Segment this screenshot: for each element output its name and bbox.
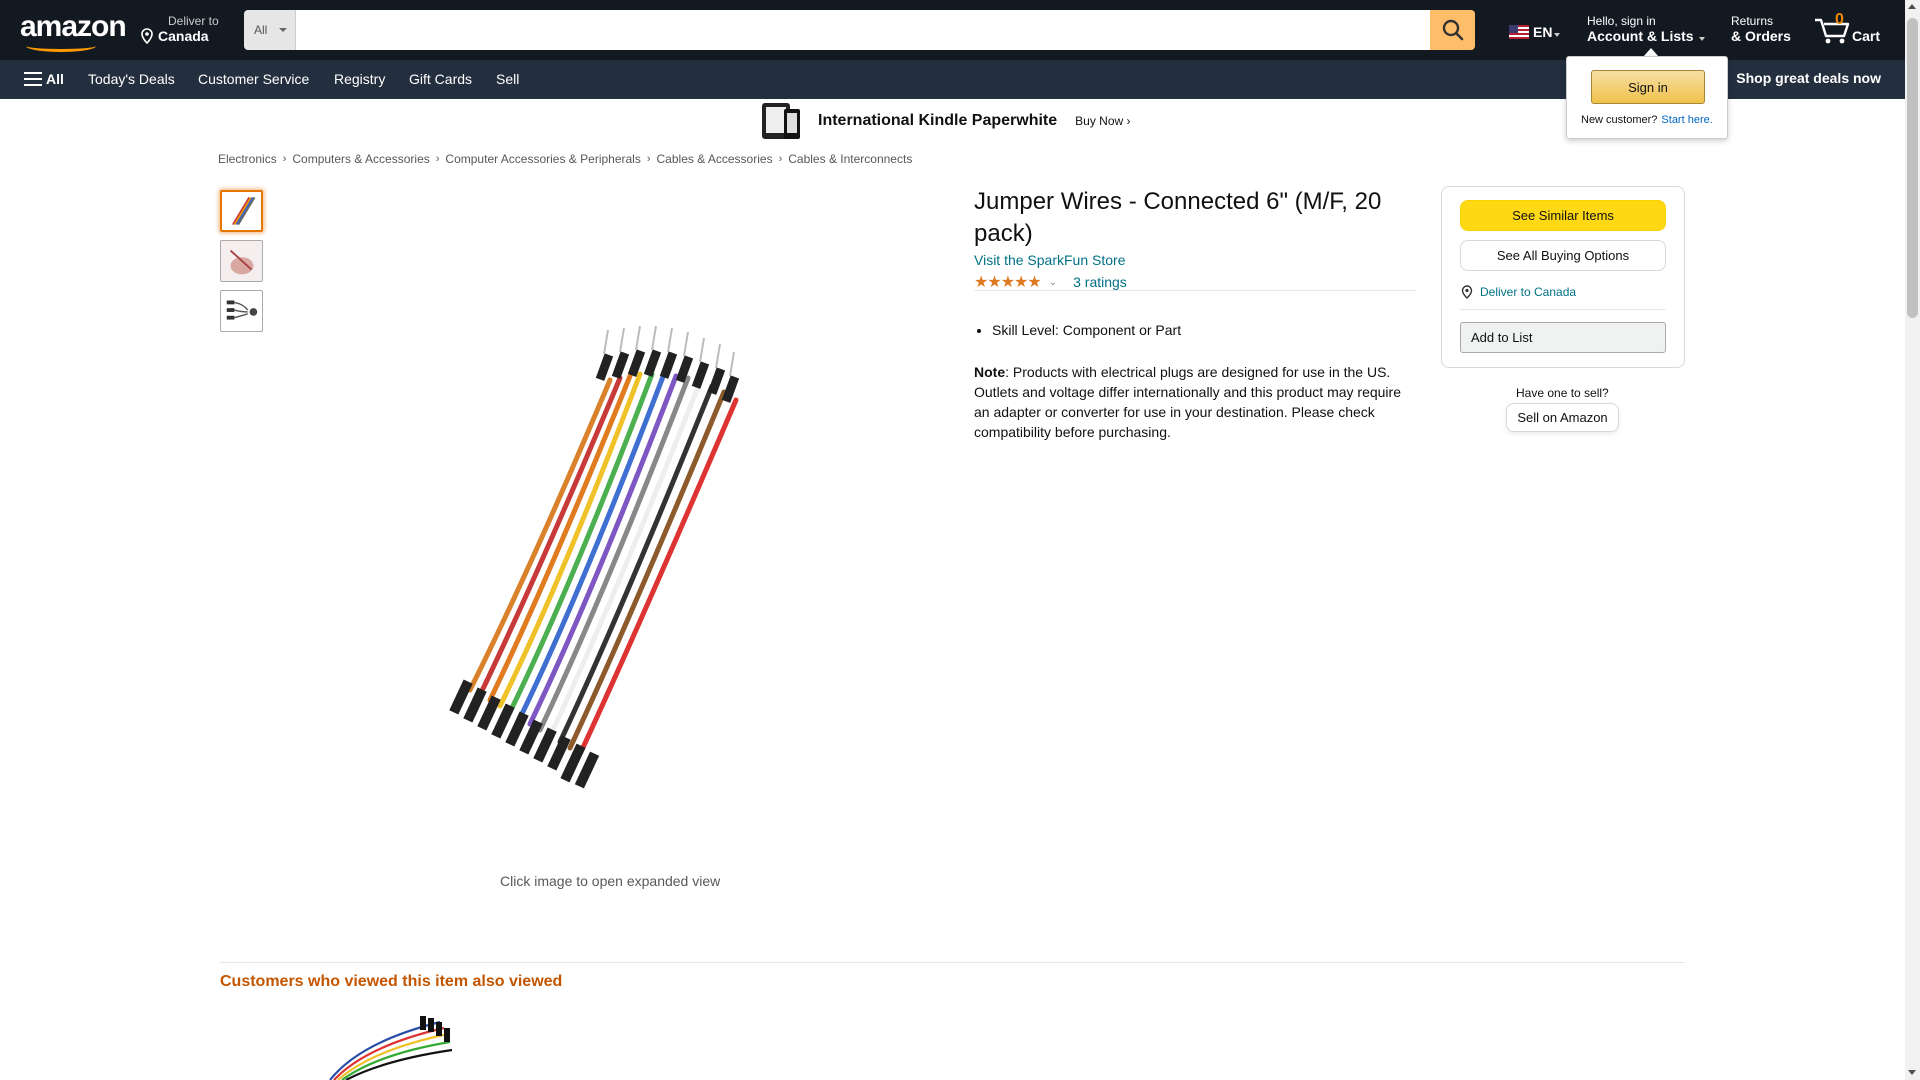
breadcrumb: Electronics › Computers & Accessories › … bbox=[218, 152, 912, 166]
also-viewed-title: Customers who viewed this item also view… bbox=[220, 973, 563, 990]
new-customer-label: New customer? bbox=[1581, 114, 1658, 126]
deliver-label: Deliver to bbox=[168, 14, 219, 28]
thumbnail-hand-image bbox=[221, 241, 262, 281]
product-thumbnail[interactable] bbox=[220, 290, 263, 332]
cart-label: Cart bbox=[1852, 28, 1881, 44]
sign-in-flyout: Sign in New customer? Start here. bbox=[1566, 56, 1728, 139]
shop-deals-promo[interactable]: Shop great deals now bbox=[1736, 70, 1881, 86]
account-label-row: Account & Lists bbox=[1587, 28, 1706, 44]
product-main-image[interactable] bbox=[390, 270, 830, 790]
electrical-note: Note: Products with electrical plugs are… bbox=[974, 362, 1414, 442]
feature-bullets: Skill Level: Component or Part bbox=[992, 322, 1181, 338]
chevron-right-icon: › bbox=[778, 153, 783, 165]
kindle-banner[interactable]: International Kindle Paperwhite Buy Now … bbox=[760, 101, 1131, 141]
chevron-right-icon: › bbox=[282, 153, 287, 165]
have-one-to-sell-label: Have one to sell? bbox=[1516, 386, 1609, 400]
page-scrollbar[interactable] bbox=[1905, 0, 1920, 1080]
returns-label: Returns bbox=[1731, 14, 1774, 28]
account-greeting: Hello, sign in bbox=[1587, 14, 1656, 28]
scroll-down-arrow-icon[interactable] bbox=[1908, 1070, 1916, 1075]
breadcrumb-item[interactable]: Computers & Accessories bbox=[292, 152, 429, 166]
cart-count: 0 bbox=[1835, 11, 1844, 28]
thumbnail-jumper-wires-image bbox=[232, 196, 256, 226]
search-category-dropdown[interactable]: All bbox=[244, 10, 296, 50]
star-rating-icon[interactable]: ★★★★★ bbox=[974, 272, 1042, 292]
image-caption: Click image to open expanded view bbox=[500, 873, 721, 889]
thumbnail-connectors-image bbox=[226, 300, 258, 320]
store-link[interactable]: Visit the SparkFun Store bbox=[974, 252, 1125, 268]
deliver-country-row: Canada bbox=[140, 28, 219, 44]
product-thumbnail[interactable] bbox=[220, 240, 263, 282]
nav-item-customer-service[interactable]: Customer Service bbox=[198, 71, 309, 87]
add-to-list-button[interactable]: Add to List bbox=[1460, 322, 1666, 353]
deliver-country: Canada bbox=[158, 28, 209, 44]
search-category-label: All bbox=[254, 23, 268, 37]
also-viewed-product-image[interactable] bbox=[320, 1012, 460, 1080]
logo-smile-icon bbox=[26, 40, 96, 52]
breadcrumb-item[interactable]: Computer Accessories & Peripherals bbox=[445, 152, 640, 166]
orders-label: & Orders bbox=[1731, 28, 1791, 44]
deliver-to-link[interactable]: Deliver to Canada bbox=[1460, 285, 1576, 299]
buy-box: See Similar Items See All Buying Options… bbox=[1441, 186, 1685, 368]
search-icon bbox=[1442, 19, 1463, 41]
nav-item-registry[interactable]: Registry bbox=[334, 71, 385, 87]
chevron-right-icon: › bbox=[435, 153, 440, 165]
sign-in-button[interactable]: Sign in bbox=[1591, 70, 1705, 104]
product-title: Jumper Wires - Connected 6" (M/F, 20 pac… bbox=[974, 188, 1382, 247]
nav-item-gift-cards[interactable]: Gift Cards bbox=[409, 71, 472, 87]
breadcrumb-item[interactable]: Electronics bbox=[218, 152, 277, 166]
divider bbox=[974, 290, 1416, 291]
rating-row: ★★★★★ ⌄ 3 ratings bbox=[974, 272, 1127, 292]
breadcrumb-item[interactable]: Cables & Accessories bbox=[657, 152, 773, 166]
chevron-down-icon bbox=[279, 28, 287, 32]
location-pin-icon bbox=[141, 28, 153, 44]
banner-buy-now-link[interactable]: Buy Now › bbox=[1075, 114, 1130, 128]
feature-bullet: Skill Level: Component or Part bbox=[992, 322, 1181, 338]
divider bbox=[1460, 309, 1666, 310]
deliver-to-label: Deliver to Canada bbox=[1480, 285, 1577, 299]
search-input[interactable] bbox=[296, 10, 1430, 50]
scroll-thumb[interactable] bbox=[1907, 18, 1918, 318]
cart-button[interactable]: 0 Cart bbox=[1814, 10, 1884, 50]
search-button[interactable] bbox=[1430, 10, 1475, 50]
section-divider bbox=[220, 962, 1685, 963]
note-label: Note bbox=[974, 364, 1006, 380]
start-here-link[interactable]: Start here. bbox=[1661, 114, 1712, 126]
ratings-count-link[interactable]: 3 ratings bbox=[1073, 274, 1127, 290]
returns-orders[interactable]: Returns & Orders bbox=[1731, 14, 1791, 44]
chevron-right-icon: › bbox=[646, 153, 651, 165]
chevron-down-icon bbox=[1699, 37, 1706, 41]
cart-icon bbox=[1815, 18, 1850, 44]
note-text: : Products with electrical plugs are des… bbox=[974, 364, 1401, 440]
deliver-to-location[interactable]: Deliver to Canada bbox=[140, 14, 219, 44]
nav-item-todays-deals[interactable]: Today's Deals bbox=[88, 71, 175, 87]
scroll-up-arrow-icon[interactable] bbox=[1908, 4, 1916, 9]
all-menu-button[interactable]: All bbox=[46, 71, 64, 87]
banner-title: International Kindle Paperwhite bbox=[818, 112, 1058, 129]
language-code: EN bbox=[1533, 24, 1553, 40]
new-customer-row: New customer? Start here. bbox=[1581, 114, 1713, 126]
top-nav: amazon Deliver to Canada All EN Hello, s… bbox=[0, 0, 1905, 60]
see-all-buying-options-button[interactable]: See All Buying Options bbox=[1460, 240, 1666, 271]
location-pin-icon bbox=[1461, 285, 1473, 299]
kindle-device-icon bbox=[762, 103, 800, 139]
account-lists[interactable]: Hello, sign in Account & Lists bbox=[1587, 14, 1706, 44]
see-similar-items-button[interactable]: See Similar Items bbox=[1460, 200, 1666, 231]
amazon-logo[interactable]: amazon bbox=[20, 12, 127, 52]
us-flag-icon bbox=[1509, 25, 1529, 39]
product-thumbnail[interactable] bbox=[220, 190, 263, 232]
language-selector[interactable]: EN bbox=[1509, 24, 1561, 40]
logo-text: amazon bbox=[20, 10, 127, 43]
breadcrumb-item[interactable]: Cables & Interconnects bbox=[788, 152, 912, 166]
account-label: Account & Lists bbox=[1587, 28, 1694, 44]
chevron-down-icon[interactable]: ⌄ bbox=[1049, 277, 1057, 288]
sell-on-amazon-button[interactable]: Sell on Amazon bbox=[1506, 403, 1619, 432]
hamburger-menu-icon[interactable] bbox=[24, 72, 42, 86]
search-bar: All bbox=[244, 10, 1475, 50]
nav-item-sell[interactable]: Sell bbox=[496, 71, 519, 87]
chevron-down-icon bbox=[1554, 33, 1561, 37]
